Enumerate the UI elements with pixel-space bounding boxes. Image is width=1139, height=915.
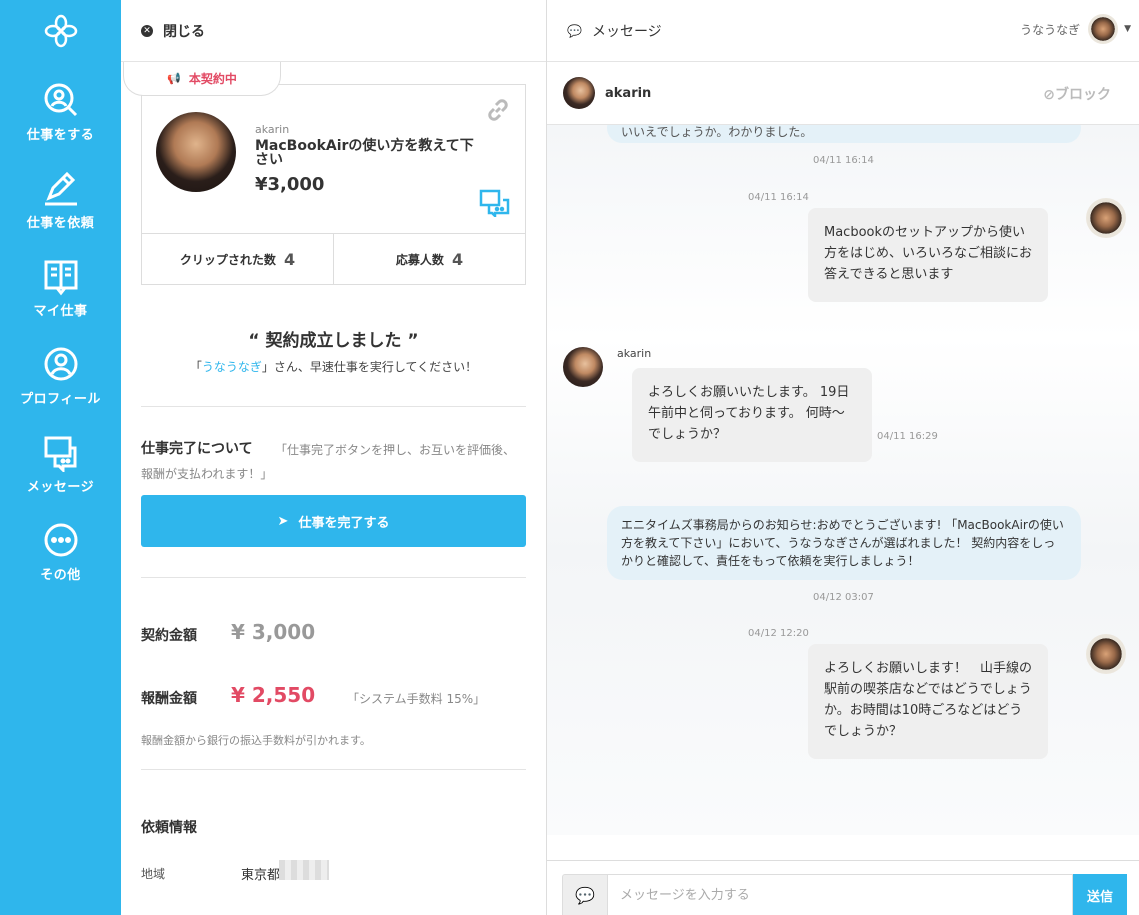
clip-count-label: クリップされた数 — [179, 252, 276, 267]
divider — [141, 406, 526, 407]
current-user-menu[interactable]: うなうなぎ ▼ — [1020, 14, 1131, 44]
message-timestamp: 04/12 03:07 — [813, 592, 874, 603]
contract-established-title: “ 契約成立しました ” — [248, 331, 419, 351]
link-icon[interactable] — [485, 97, 511, 123]
comments-icon: 💬 — [567, 23, 582, 38]
message-title-label: メッセージ — [591, 23, 662, 40]
job-title[interactable]: MacBookAirの使い方を教えて下さい — [255, 139, 480, 167]
close-label: 閉じる — [163, 23, 205, 40]
partner-name: akarin — [605, 85, 652, 101]
job-card: akarin MacBookAirの使い方を教えて下さい ¥3,000 — [141, 84, 526, 233]
close-icon: ✕ — [141, 24, 153, 37]
contract-established-message: 「うなうなぎ」さん、早速仕事を実行してください！ — [141, 358, 526, 375]
message-bubble-self: Macbookのセットアップから使い方をはじめ、いろいろなご相談にお答えできると… — [808, 208, 1048, 302]
bank-fee-note: 報酬金額から銀行の振込手数料が引かれます。 — [141, 734, 371, 747]
contract-msg-user-link[interactable]: うなうなぎ — [202, 360, 262, 374]
block-button[interactable]: ⊘ブロック — [1043, 84, 1111, 104]
complete-work-label: 仕事を完了する — [298, 515, 390, 531]
sender-name: akarin — [617, 347, 652, 360]
contract-status-tab: 📢 本契約中 — [123, 62, 281, 96]
complete-work-button[interactable]: ➤ 仕事を完了する — [141, 495, 526, 547]
comment-icon: 💬 — [562, 874, 608, 915]
applicant-count-label: 応募人数 — [395, 252, 444, 267]
completion-heading: 仕事完了について — [141, 441, 253, 457]
sidebar-item-my-work[interactable]: マイ仕事 — [0, 248, 121, 328]
message-panel: 💬 メッセージ うなうなぎ ▼ akarin ⊘ブロック いいえでしょうか。わか… — [547, 0, 1139, 915]
contract-msg-suffix: 」さん、早速仕事を実行してください！ — [261, 360, 478, 374]
panel-header: ✕ 閉じる — [121, 0, 546, 62]
app-logo[interactable] — [0, 0, 121, 62]
search-person-icon — [44, 83, 77, 117]
sidebar-item-find-work[interactable]: 仕事をする — [0, 72, 121, 152]
message-header: 💬 メッセージ うなうなぎ ▼ — [547, 0, 1139, 62]
self-avatar — [1086, 198, 1126, 238]
chat-icon — [44, 436, 76, 472]
self-avatar — [1086, 634, 1126, 674]
pencil-icon — [44, 171, 77, 206]
status-label: 本契約中 — [188, 72, 237, 86]
logo-icon — [44, 14, 77, 48]
system-message-bubble: エニタイムズ事務局からのお知らせ:おめでとうございます! 「MacBookAir… — [607, 506, 1081, 580]
message-timestamp: 04/11 16:29 — [877, 431, 938, 442]
job-client-name: akarin — [255, 123, 290, 136]
current-user-avatar — [1088, 14, 1119, 44]
job-price: ¥3,000 — [255, 174, 325, 195]
client-avatar — [156, 112, 236, 192]
clip-count-stat: クリップされた数 4 — [142, 234, 334, 284]
cut-off-text: いいえでしょうか。わかりました。 — [621, 125, 813, 139]
sidebar: 仕事をする 仕事を依頼 マイ仕事 プロフィール メッセージ その他 — [0, 0, 121, 915]
more-icon — [44, 523, 77, 557]
megaphone-icon: 📢 — [167, 72, 181, 85]
message-header-title: 💬 メッセージ — [567, 21, 662, 41]
region-label: 地域 — [141, 867, 166, 881]
message-timestamp: 04/12 12:20 — [748, 628, 809, 639]
message-timestamp: 04/11 16:14 — [813, 155, 874, 166]
sidebar-item-request-work[interactable]: 仕事を依頼 — [0, 160, 121, 240]
sidebar-item-messages[interactable]: メッセージ — [0, 424, 121, 504]
divider — [141, 577, 526, 578]
region-value: 東京都 — [241, 868, 281, 883]
applicant-count-value: 4 — [451, 249, 464, 269]
contract-amount-label: 契約金額 — [141, 628, 197, 644]
chat-partner-bar: akarin ⊘ブロック — [547, 62, 1139, 125]
close-button[interactable]: ✕ 閉じる — [141, 21, 205, 41]
message-icon[interactable] — [479, 189, 511, 217]
current-user-name: うなうなぎ — [1020, 22, 1081, 37]
sidebar-item-label: マイ仕事 — [33, 304, 88, 319]
message-thread[interactable]: いいえでしょうか。わかりました。 04/11 16:14 04/11 16:14… — [547, 125, 1139, 835]
request-info-heading: 依頼情報 — [141, 820, 197, 836]
partner-avatar — [563, 77, 595, 109]
book-icon — [44, 260, 77, 296]
person-icon — [44, 347, 77, 381]
sidebar-item-label: 仕事をする — [26, 128, 95, 143]
divider — [141, 769, 526, 770]
message-timestamp: 04/11 16:14 — [748, 192, 809, 203]
job-detail-panel: ✕ 閉じる 📢 本契約中 akarin MacBookAirの使い方を教えて下さ… — [121, 0, 547, 915]
message-bubble-partner: よろしくお願いいたします。 19日午前中と伺っております。 何時～でしょうか？ — [632, 368, 872, 462]
clip-count-value: 4 — [283, 249, 296, 269]
message-input-bar: 💬 送信 — [547, 860, 1139, 915]
system-message-bubble: いいえでしょうか。わかりました。 — [607, 125, 1081, 143]
reward-amount-value: ¥ 2,550 — [231, 683, 316, 707]
caret-down-icon: ▼ — [1124, 24, 1131, 34]
sidebar-item-label: 仕事を依頼 — [26, 216, 95, 231]
sidebar-item-label: メッセージ — [26, 480, 95, 495]
partner-avatar — [563, 347, 603, 387]
message-bubble-self: よろしくお願いします！ 山手線の駅前の喫茶店などではどうでしょうか。お時間は10… — [808, 644, 1048, 759]
sidebar-item-label: その他 — [40, 568, 81, 583]
contract-amount-value: ¥ 3,000 — [231, 620, 316, 644]
send-button[interactable]: 送信 — [1073, 874, 1127, 915]
reward-amount-label: 報酬金額 — [141, 691, 197, 707]
contract-msg-prefix: 「 — [189, 360, 202, 374]
redacted-address — [279, 860, 329, 880]
sidebar-item-other[interactable]: その他 — [0, 512, 121, 592]
system-fee-note: 「システム手数料 15%」 — [347, 692, 486, 706]
sidebar-item-label: プロフィール — [20, 392, 101, 407]
message-input[interactable] — [608, 874, 1073, 915]
sidebar-item-profile[interactable]: プロフィール — [0, 336, 121, 416]
job-stats: クリップされた数 4 応募人数 4 — [141, 233, 526, 285]
applicant-count-stat: 応募人数 4 — [334, 234, 525, 284]
paper-plane-icon: ➤ — [277, 513, 289, 529]
